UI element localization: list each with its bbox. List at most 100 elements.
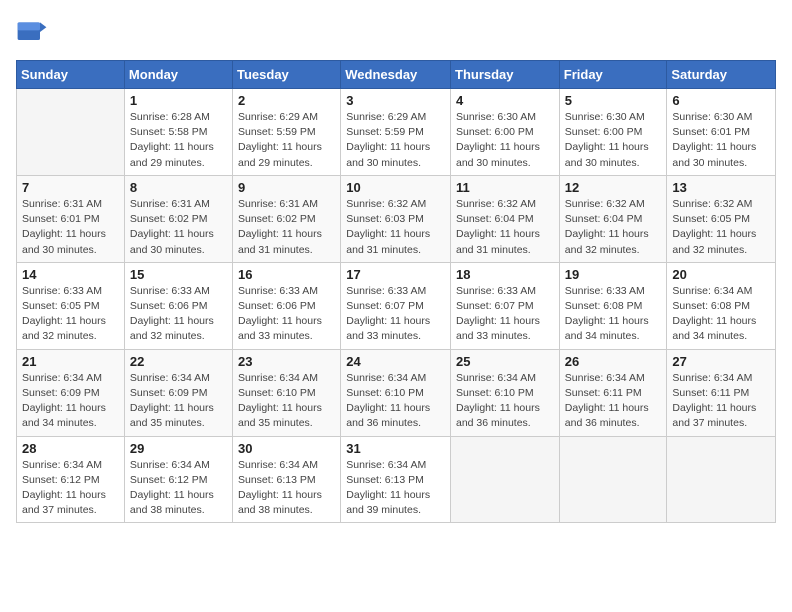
day-number: 22	[130, 354, 227, 369]
day-cell	[17, 89, 125, 176]
day-number: 17	[346, 267, 445, 282]
day-detail: Sunrise: 6:28 AM Sunset: 5:58 PM Dayligh…	[130, 110, 227, 171]
day-cell: 11 Sunrise: 6:32 AM Sunset: 6:04 PM Dayli…	[451, 175, 560, 262]
day-detail: Sunrise: 6:34 AM Sunset: 6:13 PM Dayligh…	[238, 458, 335, 519]
day-detail: Sunrise: 6:32 AM Sunset: 6:04 PM Dayligh…	[456, 197, 554, 258]
week-row-1: 1 Sunrise: 6:28 AM Sunset: 5:58 PM Daylig…	[17, 89, 776, 176]
col-header-saturday: Saturday	[667, 61, 776, 89]
day-number: 1	[130, 93, 227, 108]
day-detail: Sunrise: 6:32 AM Sunset: 6:04 PM Dayligh…	[565, 197, 662, 258]
day-cell	[451, 436, 560, 523]
day-number: 3	[346, 93, 445, 108]
day-number: 15	[130, 267, 227, 282]
day-detail: Sunrise: 6:34 AM Sunset: 6:10 PM Dayligh…	[346, 371, 445, 432]
day-cell: 16 Sunrise: 6:33 AM Sunset: 6:06 PM Dayli…	[233, 262, 341, 349]
col-header-monday: Monday	[124, 61, 232, 89]
day-detail: Sunrise: 6:29 AM Sunset: 5:59 PM Dayligh…	[346, 110, 445, 171]
day-detail: Sunrise: 6:31 AM Sunset: 6:02 PM Dayligh…	[130, 197, 227, 258]
day-cell: 1 Sunrise: 6:28 AM Sunset: 5:58 PM Daylig…	[124, 89, 232, 176]
day-number: 2	[238, 93, 335, 108]
day-number: 16	[238, 267, 335, 282]
day-cell: 18 Sunrise: 6:33 AM Sunset: 6:07 PM Dayli…	[451, 262, 560, 349]
day-detail: Sunrise: 6:34 AM Sunset: 6:08 PM Dayligh…	[672, 284, 770, 345]
day-number: 5	[565, 93, 662, 108]
day-detail: Sunrise: 6:33 AM Sunset: 6:05 PM Dayligh…	[22, 284, 119, 345]
day-cell: 13 Sunrise: 6:32 AM Sunset: 6:05 PM Dayli…	[667, 175, 776, 262]
calendar-body: 1 Sunrise: 6:28 AM Sunset: 5:58 PM Daylig…	[17, 89, 776, 523]
day-number: 11	[456, 180, 554, 195]
day-cell: 31Sunrise: 6:34 AM Sunset: 6:13 PM Dayli…	[341, 436, 451, 523]
logo	[16, 16, 52, 48]
day-number: 7	[22, 180, 119, 195]
day-detail: Sunrise: 6:34 AM Sunset: 6:09 PM Dayligh…	[130, 371, 227, 432]
day-number: 27	[672, 354, 770, 369]
day-cell: 20 Sunrise: 6:34 AM Sunset: 6:08 PM Dayli…	[667, 262, 776, 349]
day-number: 6	[672, 93, 770, 108]
day-detail: Sunrise: 6:34 AM Sunset: 6:11 PM Dayligh…	[565, 371, 662, 432]
col-header-sunday: Sunday	[17, 61, 125, 89]
col-header-thursday: Thursday	[451, 61, 560, 89]
day-detail: Sunrise: 6:30 AM Sunset: 6:01 PM Dayligh…	[672, 110, 770, 171]
day-number: 14	[22, 267, 119, 282]
day-cell: 30 Sunrise: 6:34 AM Sunset: 6:13 PM Dayli…	[233, 436, 341, 523]
day-cell: 29Sunrise: 6:34 AM Sunset: 6:12 PM Dayli…	[124, 436, 232, 523]
day-detail: Sunrise: 6:33 AM Sunset: 6:07 PM Dayligh…	[456, 284, 554, 345]
day-cell	[559, 436, 667, 523]
day-cell: 5 Sunrise: 6:30 AM Sunset: 6:00 PM Daylig…	[559, 89, 667, 176]
day-detail: Sunrise: 6:33 AM Sunset: 6:08 PM Dayligh…	[565, 284, 662, 345]
day-number: 26	[565, 354, 662, 369]
day-number: 10	[346, 180, 445, 195]
day-number: 8	[130, 180, 227, 195]
col-header-wednesday: Wednesday	[341, 61, 451, 89]
day-detail: Sunrise: 6:29 AM Sunset: 5:59 PM Dayligh…	[238, 110, 335, 171]
day-detail: Sunrise: 6:33 AM Sunset: 6:06 PM Dayligh…	[130, 284, 227, 345]
week-row-2: 7Sunrise: 6:31 AM Sunset: 6:01 PM Daylig…	[17, 175, 776, 262]
day-cell: 28 Sunrise: 6:34 AM Sunset: 6:12 PM Dayli…	[17, 436, 125, 523]
day-detail: Sunrise: 6:34 AM Sunset: 6:12 PM Dayligh…	[130, 458, 227, 519]
day-cell: 25 Sunrise: 6:34 AM Sunset: 6:10 PM Dayli…	[451, 349, 560, 436]
day-number: 28	[22, 441, 119, 456]
day-detail: Sunrise: 6:31 AM Sunset: 6:02 PM Dayligh…	[238, 197, 335, 258]
day-detail: Sunrise: 6:30 AM Sunset: 6:00 PM Dayligh…	[456, 110, 554, 171]
day-number: 23	[238, 354, 335, 369]
week-row-3: 14 Sunrise: 6:33 AM Sunset: 6:05 PM Dayli…	[17, 262, 776, 349]
day-cell	[667, 436, 776, 523]
day-cell: 15 Sunrise: 6:33 AM Sunset: 6:06 PM Dayli…	[124, 262, 232, 349]
day-cell: 19Sunrise: 6:33 AM Sunset: 6:08 PM Dayli…	[559, 262, 667, 349]
day-detail: Sunrise: 6:32 AM Sunset: 6:05 PM Dayligh…	[672, 197, 770, 258]
day-cell: 9Sunrise: 6:31 AM Sunset: 6:02 PM Daylig…	[233, 175, 341, 262]
day-cell: 26 Sunrise: 6:34 AM Sunset: 6:11 PM Dayli…	[559, 349, 667, 436]
day-cell: 23 Sunrise: 6:34 AM Sunset: 6:10 PM Dayli…	[233, 349, 341, 436]
day-detail: Sunrise: 6:34 AM Sunset: 6:13 PM Dayligh…	[346, 458, 445, 519]
day-cell: 2 Sunrise: 6:29 AM Sunset: 5:59 PM Daylig…	[233, 89, 341, 176]
day-cell: 6 Sunrise: 6:30 AM Sunset: 6:01 PM Daylig…	[667, 89, 776, 176]
day-detail: Sunrise: 6:33 AM Sunset: 6:07 PM Dayligh…	[346, 284, 445, 345]
day-number: 13	[672, 180, 770, 195]
day-cell: 10 Sunrise: 6:32 AM Sunset: 6:03 PM Dayli…	[341, 175, 451, 262]
calendar-table: SundayMondayTuesdayWednesdayThursdayFrid…	[16, 60, 776, 523]
logo-icon	[16, 16, 48, 48]
day-cell: 12Sunrise: 6:32 AM Sunset: 6:04 PM Dayli…	[559, 175, 667, 262]
day-number: 4	[456, 93, 554, 108]
day-cell: 27 Sunrise: 6:34 AM Sunset: 6:11 PM Dayli…	[667, 349, 776, 436]
day-number: 30	[238, 441, 335, 456]
day-detail: Sunrise: 6:34 AM Sunset: 6:10 PM Dayligh…	[456, 371, 554, 432]
day-detail: Sunrise: 6:34 AM Sunset: 6:12 PM Dayligh…	[22, 458, 119, 519]
day-detail: Sunrise: 6:30 AM Sunset: 6:00 PM Dayligh…	[565, 110, 662, 171]
day-number: 18	[456, 267, 554, 282]
day-cell: 14 Sunrise: 6:33 AM Sunset: 6:05 PM Dayli…	[17, 262, 125, 349]
day-detail: Sunrise: 6:34 AM Sunset: 6:10 PM Dayligh…	[238, 371, 335, 432]
day-detail: Sunrise: 6:34 AM Sunset: 6:11 PM Dayligh…	[672, 371, 770, 432]
page-header	[16, 16, 776, 48]
day-number: 20	[672, 267, 770, 282]
day-cell: 17 Sunrise: 6:33 AM Sunset: 6:07 PM Dayli…	[341, 262, 451, 349]
day-detail: Sunrise: 6:32 AM Sunset: 6:03 PM Dayligh…	[346, 197, 445, 258]
day-number: 25	[456, 354, 554, 369]
week-row-5: 28 Sunrise: 6:34 AM Sunset: 6:12 PM Dayli…	[17, 436, 776, 523]
calendar-header: SundayMondayTuesdayWednesdayThursdayFrid…	[17, 61, 776, 89]
week-row-4: 21Sunrise: 6:34 AM Sunset: 6:09 PM Dayli…	[17, 349, 776, 436]
day-cell: 22 Sunrise: 6:34 AM Sunset: 6:09 PM Dayli…	[124, 349, 232, 436]
col-header-friday: Friday	[559, 61, 667, 89]
day-detail: Sunrise: 6:33 AM Sunset: 6:06 PM Dayligh…	[238, 284, 335, 345]
day-cell: 8 Sunrise: 6:31 AM Sunset: 6:02 PM Daylig…	[124, 175, 232, 262]
